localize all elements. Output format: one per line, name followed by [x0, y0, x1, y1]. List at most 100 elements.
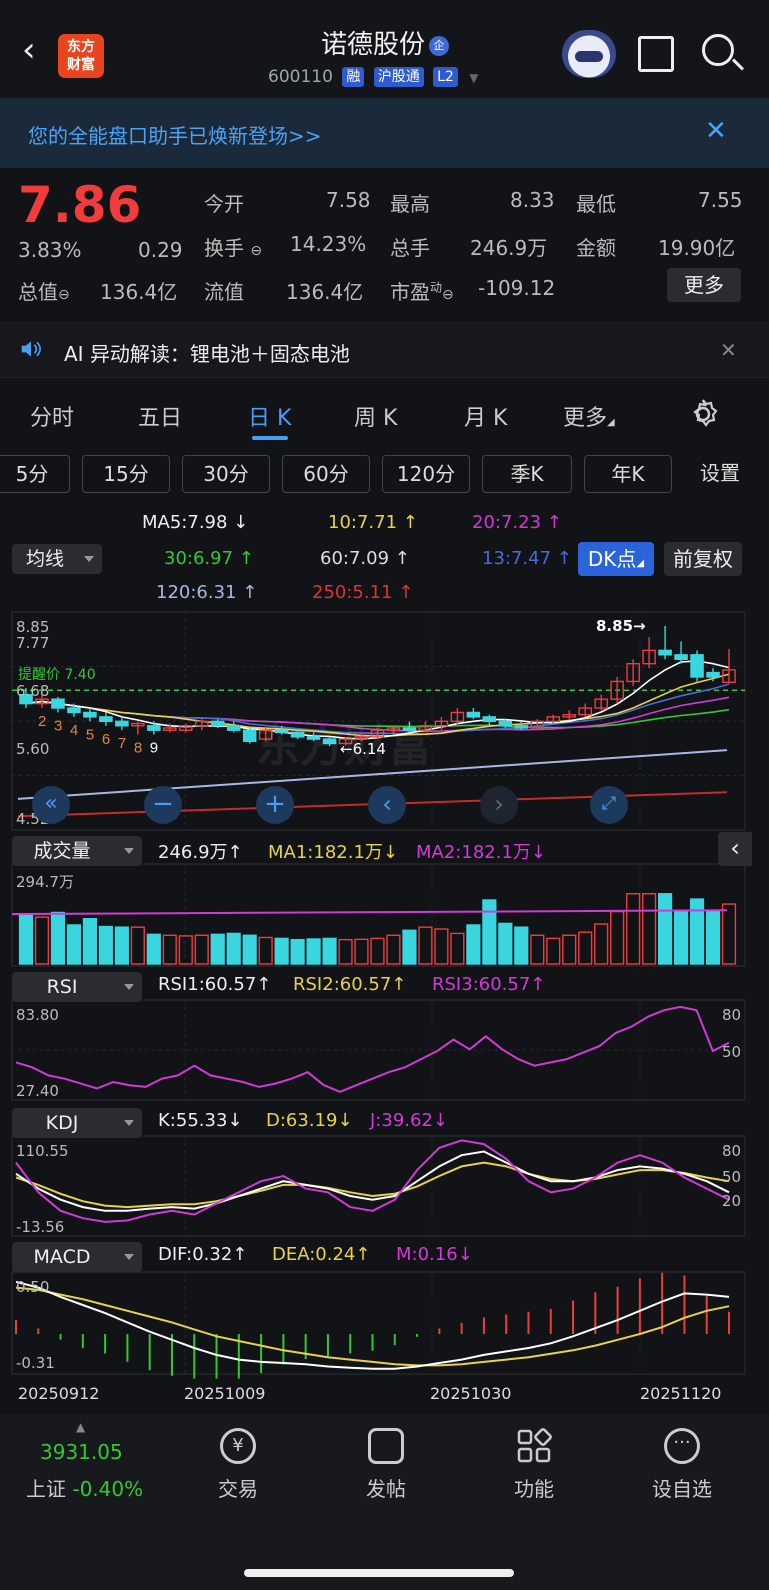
- watermark: 东方财富: [256, 721, 432, 772]
- volume-bar: [642, 893, 657, 965]
- volume-bar: [290, 938, 305, 965]
- kdj-j-line: [15, 1139, 730, 1223]
- volume-ma1-text: MA1:182.1万: [268, 842, 383, 863]
- volume-bar: [594, 923, 609, 965]
- rsi1-text: RSI1:60.57: [158, 974, 257, 995]
- scroll-left-icon[interactable]: ‹: [368, 786, 406, 824]
- footer-functions[interactable]: 功能: [489, 1473, 579, 1502]
- macd-selector-label: MACD: [33, 1246, 91, 1268]
- scroll-right-icon[interactable]: ›: [480, 786, 518, 824]
- candle-body: [242, 729, 257, 742]
- index-change: -0.40%: [72, 1477, 144, 1501]
- zoom-in-icon[interactable]: +: [256, 786, 294, 824]
- expand-up-icon[interactable]: ▲: [76, 1420, 85, 1434]
- kdj-axis-label: 110.55: [16, 1142, 69, 1160]
- candle-body: [83, 711, 97, 718]
- kdj-selector[interactable]: KDJ: [12, 1108, 142, 1138]
- volume-ma2-legend: MA2:182.1万↓: [416, 842, 546, 863]
- footer-watchlist[interactable]: 设自选: [637, 1473, 727, 1502]
- volume-bar: [242, 934, 257, 965]
- macd-selector[interactable]: MACD: [12, 1242, 142, 1272]
- kline-chart[interactable]: 23456789: [0, 0, 769, 1415]
- volume-bar: [530, 934, 545, 965]
- volume-bar: [514, 926, 529, 965]
- collapse-panel-icon[interactable]: ‹: [718, 832, 752, 866]
- macd-m-text: M:0.16: [396, 1244, 458, 1265]
- macd-dif-text: DIF:0.32: [158, 1244, 233, 1265]
- volume-bar: [98, 925, 113, 965]
- price-axis-label: 5.60: [16, 740, 50, 758]
- macd-axis-label: 0.50: [16, 1278, 50, 1296]
- candle-body: [99, 716, 113, 723]
- index-name: 上证: [26, 1477, 66, 1501]
- macd-dea-text: DEA:0.24: [272, 1244, 356, 1265]
- candle-body: [115, 720, 129, 727]
- candle-body: [706, 671, 720, 678]
- volume-bar: [370, 937, 385, 965]
- macd-dea-line: [15, 1286, 730, 1367]
- high-annotation: 8.85→: [596, 617, 646, 635]
- more-dots-icon[interactable]: ···: [664, 1428, 700, 1464]
- volume-bar: [210, 933, 225, 965]
- rsi-right-label: 80: [722, 1006, 742, 1024]
- date-label: 20251120: [640, 1384, 722, 1403]
- rsi-selector-label: RSI: [46, 976, 78, 998]
- volume-bar: [450, 932, 465, 965]
- volume-selector[interactable]: 成交量: [12, 836, 142, 866]
- volume-value-text: 246.9万: [158, 842, 228, 863]
- volume-bar: [194, 934, 209, 965]
- volume-bar: [546, 937, 561, 965]
- price-axis-label: 6.68: [16, 682, 50, 700]
- kdj-axis-label: -13.56: [16, 1218, 65, 1236]
- td-count-label: 4: [70, 722, 78, 739]
- volume-bar: [306, 938, 321, 965]
- fullscreen-icon[interactable]: ⤢: [590, 786, 628, 824]
- index-line[interactable]: 上证 -0.40%: [26, 1473, 143, 1502]
- volume-bar: [418, 926, 433, 965]
- rsi2-text: RSI2:60.57: [293, 974, 392, 995]
- candle-body: [498, 720, 513, 727]
- app: ‹ 东方 财富 诺德股份企 600110 融 沪股通 L2 ▼ 您的全能盘口助手已…: [0, 0, 769, 1590]
- kdj-k-text: K:55.33: [158, 1110, 228, 1131]
- volume-bar: [82, 918, 97, 965]
- functions-icon[interactable]: [516, 1428, 552, 1464]
- footer-trade[interactable]: 交易: [193, 1473, 283, 1502]
- date-label: 20251009: [184, 1384, 266, 1403]
- rsi1-legend: RSI1:60.57↑: [158, 974, 272, 995]
- volume-bar: [322, 937, 337, 965]
- volume-bar: [626, 893, 641, 965]
- volume-bar: [610, 910, 625, 965]
- rsi-right-label: 50: [722, 1043, 742, 1061]
- alert-price-label: 提醒价 7.40: [18, 667, 96, 683]
- volume-bar: [402, 929, 417, 965]
- candle-body: [67, 707, 81, 714]
- macd-axis-label: -0.31: [16, 1354, 55, 1372]
- volume-bar: [562, 934, 577, 965]
- date-label: 20250912: [18, 1384, 100, 1403]
- td-count-label: 2: [38, 713, 46, 730]
- volume-selector-label: 成交量: [33, 840, 91, 862]
- volume-bar: [689, 898, 705, 965]
- td-count-label: 9: [150, 740, 158, 757]
- volume-bar: [274, 937, 289, 965]
- volume-bar: [338, 938, 353, 965]
- rsi-selector[interactable]: RSI: [12, 972, 142, 1002]
- post-icon[interactable]: [368, 1428, 404, 1464]
- index-value[interactable]: 3931.05: [40, 1440, 123, 1464]
- footer-post[interactable]: 发帖: [341, 1473, 431, 1502]
- volume-axis-label: 294.7万: [16, 873, 74, 891]
- volume-bar: [66, 924, 82, 965]
- panel-frame: [11, 1271, 746, 1375]
- scroll-start-icon[interactable]: «: [32, 786, 70, 824]
- zoom-out-icon[interactable]: −: [144, 786, 182, 824]
- trade-icon[interactable]: ¥: [220, 1428, 256, 1464]
- volume-bar: [721, 903, 737, 965]
- rsi2-legend: RSI2:60.57↑: [293, 974, 407, 995]
- price-axis-label: 7.77: [16, 634, 50, 652]
- kdj-j-legend: J:39.62↓: [370, 1110, 448, 1131]
- candle-body: [51, 698, 65, 709]
- volume-bar: [130, 926, 145, 965]
- candle-body: [210, 720, 225, 727]
- rsi-line: [15, 1005, 730, 1093]
- kdj-k-legend: K:55.33↓: [158, 1110, 243, 1131]
